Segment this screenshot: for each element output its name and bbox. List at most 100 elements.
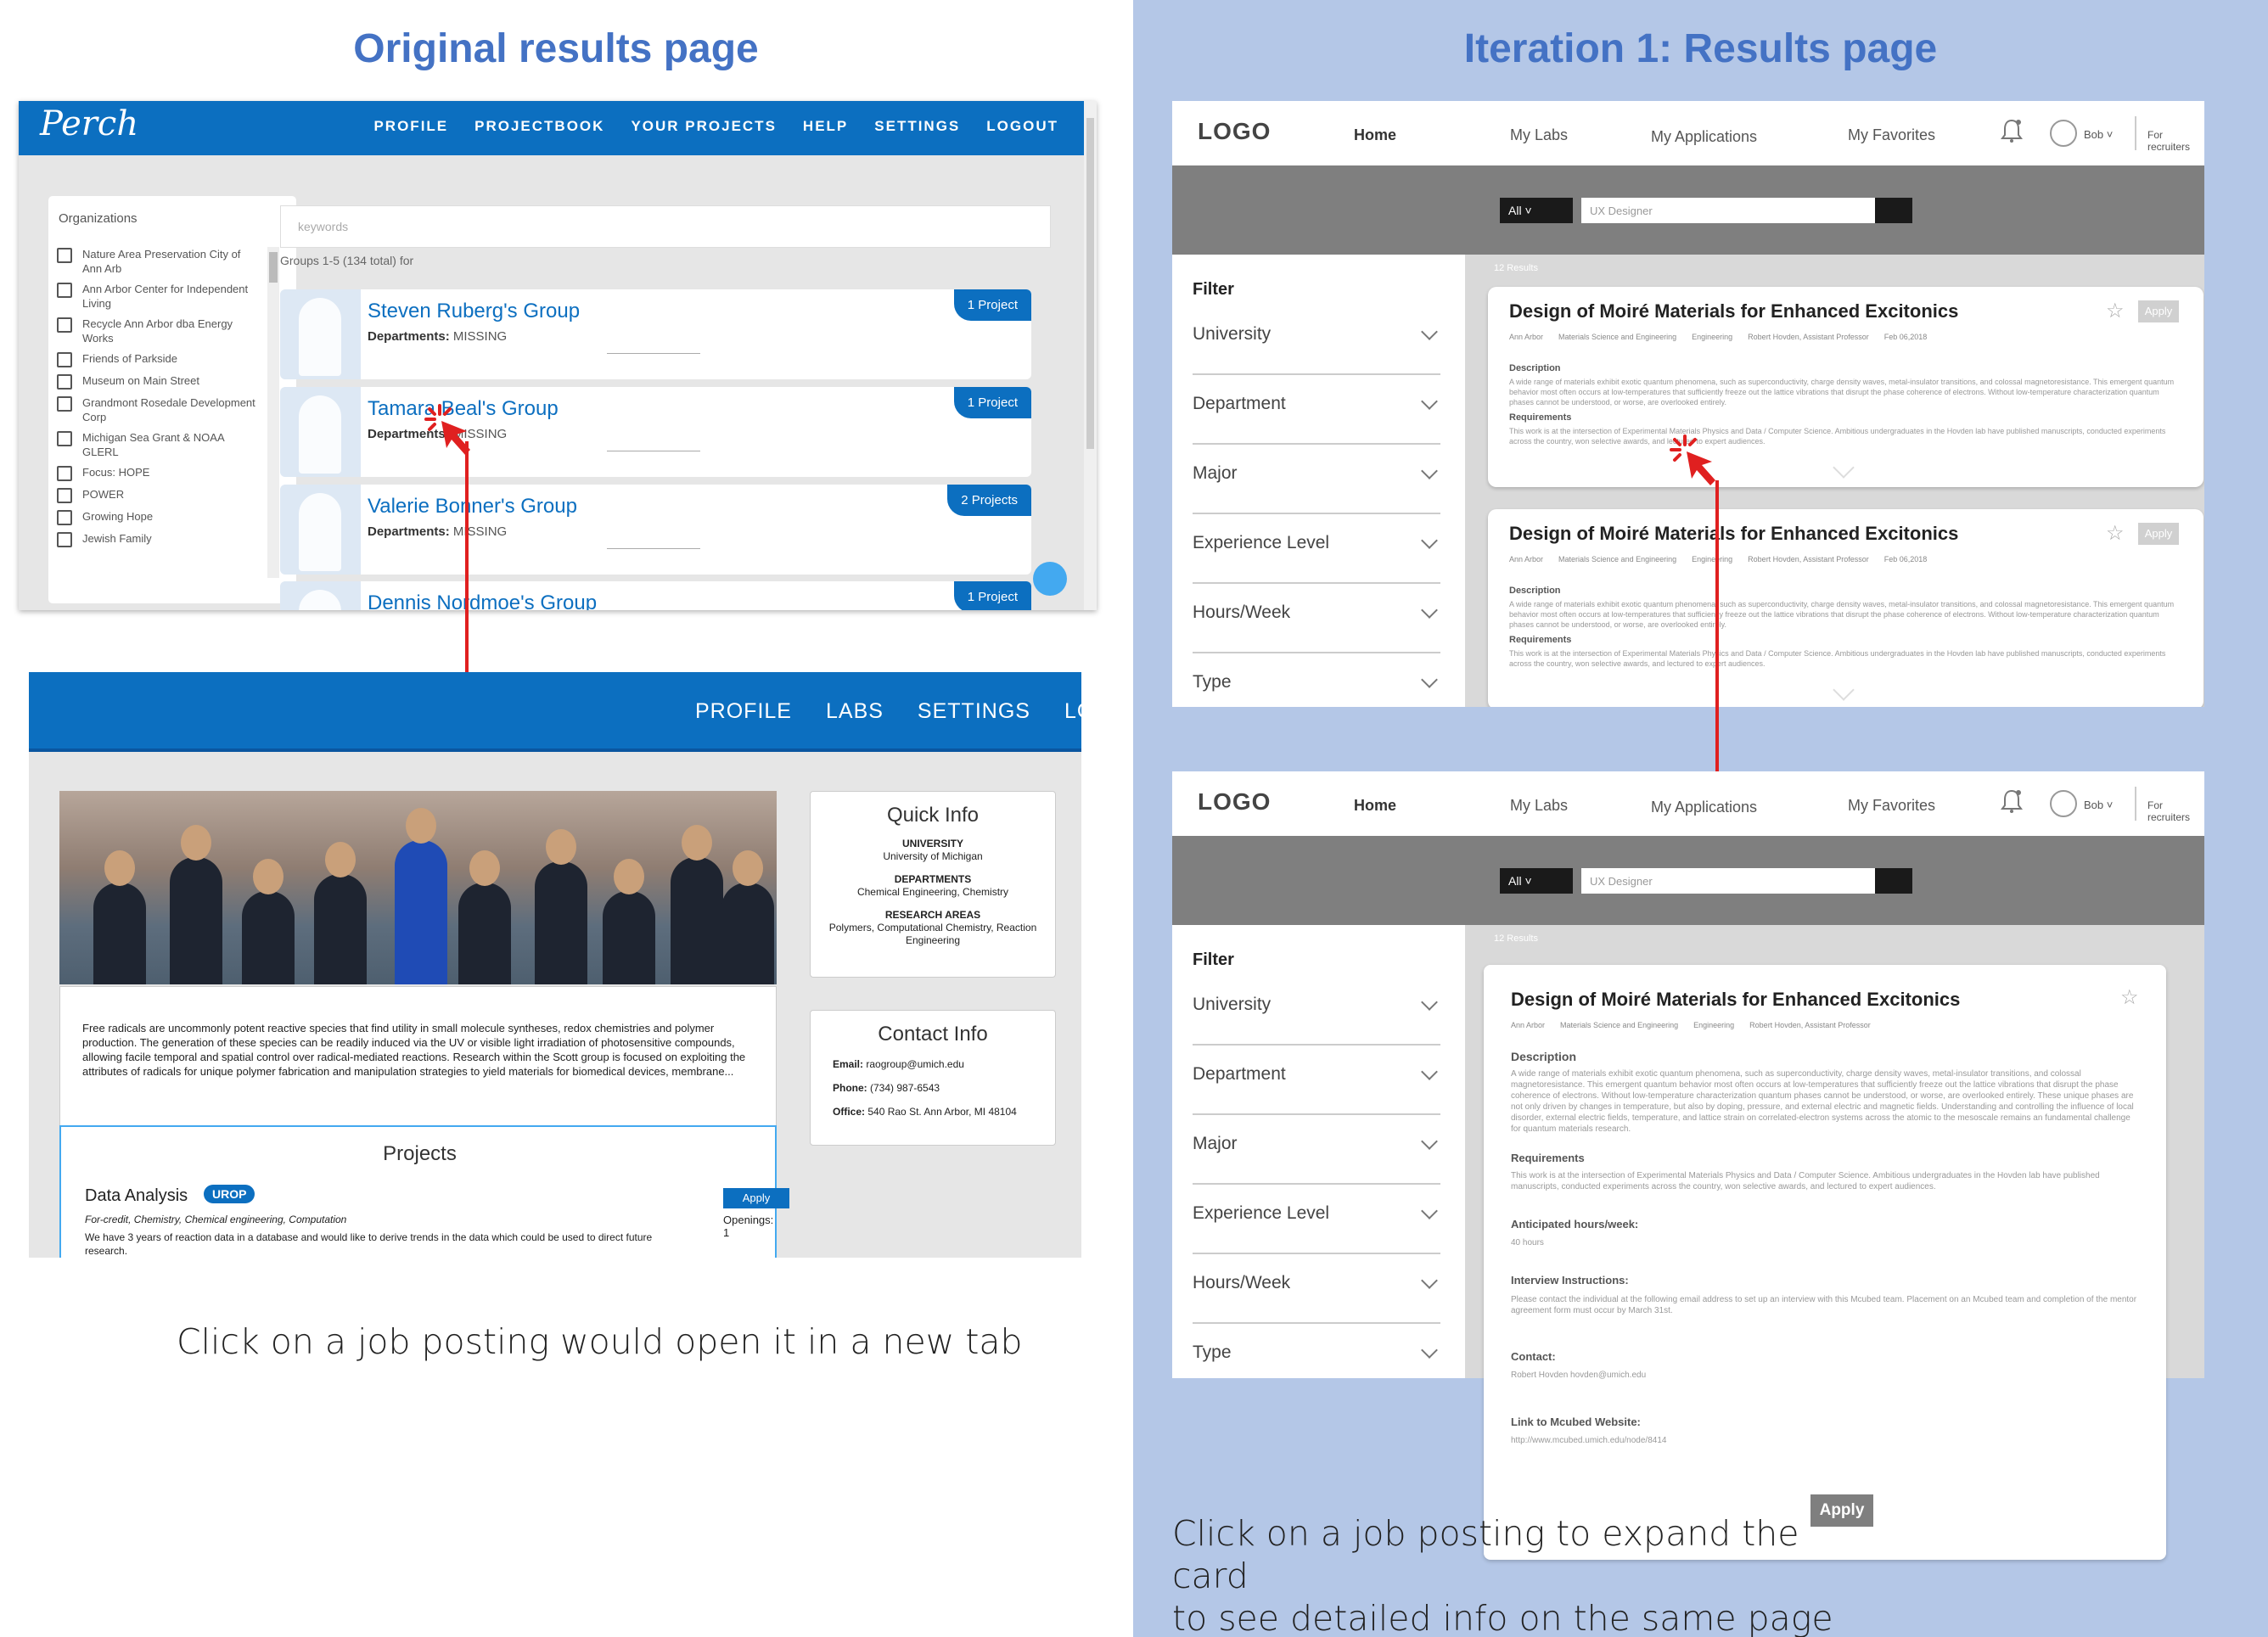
avatar[interactable] <box>2050 790 2077 817</box>
category-select[interactable]: All ˅ <box>1500 868 1573 894</box>
perch-logo[interactable]: Perch <box>40 104 138 143</box>
checkbox[interactable] <box>57 374 72 390</box>
filter-experience[interactable]: Experience Level <box>1193 1185 1440 1254</box>
job-title[interactable]: Design of Moiré Materials for Enhanced E… <box>1509 523 1958 545</box>
mcubed-link[interactable]: http://www.mcubed.umich.edu/node/8414 <box>1511 1436 2181 1446</box>
organization-item[interactable]: Focus: HOPE <box>57 465 259 481</box>
tab-home[interactable]: Home <box>1354 797 1396 815</box>
group-name[interactable]: Dennis Nordmoe's Group <box>368 591 597 610</box>
project-count-badge[interactable]: 2 Projects <box>947 485 1031 516</box>
star-icon[interactable]: ☆ <box>2106 521 2125 546</box>
nav-profile[interactable]: PROFILE <box>695 699 792 724</box>
filter-university[interactable]: University <box>1193 976 1440 1046</box>
chat-button[interactable] <box>1033 562 1067 596</box>
checkbox[interactable] <box>57 466 72 481</box>
tab-my-favorites[interactable]: My Favorites <box>1848 126 1935 144</box>
filter-hours[interactable]: Hours/Week <box>1193 1254 1440 1324</box>
checkbox[interactable] <box>57 352 72 367</box>
checkbox[interactable] <box>57 317 72 333</box>
apply-button[interactable]: Apply <box>2138 300 2179 322</box>
tab-my-labs[interactable]: My Labs <box>1510 797 1568 815</box>
checkbox[interactable] <box>57 510 72 525</box>
nav-settings[interactable]: SETTINGS <box>918 699 1030 724</box>
group-card[interactable]: Valerie Bonner's Group Departments: MISS… <box>280 485 1031 575</box>
for-recruiters-link[interactable]: For recruiters <box>2147 129 2204 153</box>
organization-item[interactable]: POWER <box>57 487 259 503</box>
organizations-scrollbar[interactable] <box>267 247 279 578</box>
project-count-badge[interactable]: 1 Project <box>953 289 1031 321</box>
search-input[interactable]: UX Designer <box>1581 198 1875 223</box>
expand-chevron-icon[interactable] <box>1833 679 1855 701</box>
search-button[interactable] <box>1875 198 1912 223</box>
filter-major[interactable]: Major <box>1193 445 1440 514</box>
filter-experience[interactable]: Experience Level <box>1193 514 1440 584</box>
group-card[interactable]: Tamara Beal's Group Departments: MISSING… <box>280 387 1031 477</box>
organization-item[interactable]: Grandmont Rosedale Development Corp <box>57 395 259 424</box>
filter-type[interactable]: Type <box>1193 653 1440 707</box>
organization-item[interactable]: Jewish Family <box>57 531 259 547</box>
apply-button[interactable]: Apply <box>723 1188 789 1208</box>
keywords-input[interactable]: keywords <box>280 205 1051 248</box>
nav-logout[interactable]: LOGOUT <box>986 118 1058 135</box>
search-input[interactable]: UX Designer <box>1581 868 1875 894</box>
expand-chevron-icon[interactable] <box>1833 457 1855 479</box>
project-name[interactable]: Data Analysis <box>85 1186 188 1206</box>
nav-help[interactable]: HELP <box>803 118 848 135</box>
nav-projectbook[interactable]: PROJECTBOOK <box>474 118 604 135</box>
star-icon[interactable]: ☆ <box>2120 985 2139 1010</box>
apply-button[interactable]: Apply <box>2138 523 2179 545</box>
project-count-badge[interactable]: 1 Project <box>953 387 1031 418</box>
filter-hours[interactable]: Hours/Week <box>1193 584 1440 653</box>
checkbox[interactable] <box>57 431 72 446</box>
organization-item[interactable]: Friends of Parkside <box>57 351 259 367</box>
checkbox[interactable] <box>57 488 72 503</box>
checkbox[interactable] <box>57 532 72 547</box>
organization-item[interactable]: Growing Hope <box>57 509 259 525</box>
nav-profile[interactable]: PROFILE <box>373 118 448 135</box>
organization-item[interactable]: Michigan Sea Grant & NOAA GLERL <box>57 430 259 459</box>
bell-icon[interactable] <box>2001 788 2023 814</box>
logo[interactable]: LOGO <box>1198 788 1271 816</box>
filter-department[interactable]: Department <box>1193 375 1440 445</box>
checkbox[interactable] <box>57 283 72 298</box>
organization-item[interactable]: Ann Arbor Center for Independent Living <box>57 282 259 311</box>
contact-email: Email: raogroup@umich.edu <box>833 1058 964 1070</box>
tab-my-labs[interactable]: My Labs <box>1510 126 1568 144</box>
category-select[interactable]: All ˅ <box>1500 198 1573 223</box>
star-icon[interactable]: ☆ <box>2106 299 2125 323</box>
project-count-badge[interactable]: 1 Project <box>953 581 1031 610</box>
apply-button[interactable]: Apply <box>1810 1494 1873 1527</box>
group-card[interactable]: Dennis Nordmoe's Group 1 Project <box>280 581 1031 610</box>
bell-icon[interactable] <box>2001 118 2023 143</box>
user-menu[interactable]: Bob ˅ <box>2084 799 2113 811</box>
filter-department[interactable]: Department <box>1193 1046 1440 1115</box>
group-name[interactable]: Steven Ruberg's Group <box>368 300 580 323</box>
tab-my-applications[interactable]: My Applications <box>1651 128 1757 146</box>
nav-your-projects[interactable]: YOUR PROJECTS <box>631 118 776 135</box>
for-recruiters-link[interactable]: For recruiters <box>2147 799 2204 823</box>
nav-labs[interactable]: LABS <box>826 699 884 724</box>
search-button[interactable] <box>1875 868 1912 894</box>
group-card[interactable]: Steven Ruberg's Group Departments: MISSI… <box>280 289 1031 379</box>
filter-type[interactable]: Type <box>1193 1324 1440 1378</box>
page-scrollbar[interactable] <box>1084 101 1097 610</box>
nav-logout[interactable]: LO <box>1064 699 1081 724</box>
tab-my-applications[interactable]: My Applications <box>1651 799 1757 816</box>
job-card[interactable]: Design of Moiré Materials for Enhanced E… <box>1488 509 2203 707</box>
logo[interactable]: LOGO <box>1198 118 1271 145</box>
nav-settings[interactable]: SETTINGS <box>874 118 960 135</box>
user-menu[interactable]: Bob ˅ <box>2084 128 2113 141</box>
job-card[interactable]: Design of Moiré Materials for Enhanced E… <box>1488 287 2203 487</box>
avatar[interactable] <box>2050 120 2077 147</box>
organization-item[interactable]: Nature Area Preservation City of Ann Arb <box>57 247 259 276</box>
job-title[interactable]: Design of Moiré Materials for Enhanced E… <box>1509 300 1958 322</box>
tab-home[interactable]: Home <box>1354 126 1396 144</box>
checkbox[interactable] <box>57 248 72 263</box>
checkbox[interactable] <box>57 396 72 412</box>
filter-university[interactable]: University <box>1193 306 1440 375</box>
filter-major[interactable]: Major <box>1193 1115 1440 1185</box>
organization-item[interactable]: Museum on Main Street <box>57 373 259 390</box>
organization-item[interactable]: Recycle Ann Arbor dba Energy Works <box>57 317 259 345</box>
group-name[interactable]: Valerie Bonner's Group <box>368 495 577 519</box>
tab-my-favorites[interactable]: My Favorites <box>1848 797 1935 815</box>
